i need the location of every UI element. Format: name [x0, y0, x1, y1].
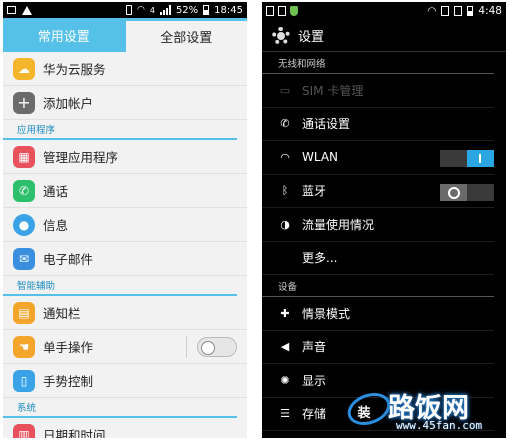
data-usage-icon: ◑: [280, 217, 290, 231]
clock: 18:45: [214, 4, 243, 16]
list-item-label: 添加帐户: [43, 96, 94, 111]
toggle-knob: [440, 183, 467, 201]
page-title: 设置: [298, 30, 325, 45]
right-phone-screen: ◠ 4:48 设置 无线和网络 ▭ SIM 卡管理 ✆ 通话设置 ◠ WLAN …: [262, 2, 506, 438]
section-header-device: 设备: [262, 275, 494, 297]
list-item-label: 通话设置: [302, 117, 351, 132]
list-item-label: 信息: [43, 218, 69, 233]
storage-icon: ☰: [280, 407, 290, 421]
one-hand-icon: ☚: [13, 335, 35, 358]
list-item-label: 手势控制: [43, 374, 94, 389]
wifi-icon: ◠: [136, 5, 145, 15]
gesture-icon: ▯: [13, 369, 35, 392]
list-item-wlan[interactable]: ◠ WLAN: [262, 141, 494, 175]
bluetooth-toggle[interactable]: [440, 183, 494, 201]
section-header-system: 系统: [3, 398, 237, 418]
list-item-display[interactable]: ✺ 显示: [262, 364, 494, 398]
list-item-one-hand[interactable]: ☚ 单手操作: [3, 330, 247, 364]
plus-icon: +: [13, 91, 35, 114]
vibrate-icon: [125, 5, 132, 15]
sim2-icon: [454, 6, 463, 16]
battery-icon: [203, 5, 210, 15]
sd-card-icon: [266, 6, 274, 16]
phone-icon: ✆: [13, 179, 35, 202]
security-icon: [290, 6, 298, 16]
cloud-icon: ☁: [13, 57, 35, 80]
sim-icon: ▭: [279, 83, 291, 97]
tab-all-settings[interactable]: 全部设置: [124, 18, 247, 52]
list-item-storage[interactable]: ☰ 存储: [262, 398, 494, 431]
list-item-label: 存储: [302, 407, 327, 422]
list-item-notification-bar[interactable]: ▤ 通知栏: [3, 296, 247, 330]
section-header-smart-assist: 智能辅助: [3, 276, 237, 296]
list-item-profiles[interactable]: ✚ 情景模式: [262, 297, 494, 331]
list-item-email[interactable]: ✉ 电子邮件: [3, 242, 247, 276]
profile-icon: ✚: [280, 306, 290, 320]
notification-icon: ▤: [13, 301, 35, 324]
list-item-label: 日期和时间: [43, 428, 106, 438]
list-item-label: 蓝牙: [302, 184, 327, 199]
apps-grid-icon: ▦: [13, 145, 35, 168]
list-item-label: 单手操作: [43, 340, 94, 355]
phone-icon: ✆: [280, 117, 290, 131]
bluetooth-icon: ᛒ: [281, 184, 289, 198]
list-item-sim-management[interactable]: ▭ SIM 卡管理: [262, 74, 494, 108]
one-hand-toggle[interactable]: [197, 337, 237, 357]
sim-notification-icon: [278, 6, 286, 16]
battery-percent: 52%: [175, 4, 199, 16]
list-item-call[interactable]: ✆ 通话: [3, 174, 247, 208]
list-item-label: 更多...: [302, 251, 338, 266]
mail-icon: ✉: [13, 247, 35, 270]
page-title-bar: 设置: [262, 20, 506, 52]
list-item-more[interactable]: 更多...: [262, 242, 494, 275]
list-item-label: WLAN: [302, 150, 339, 165]
list-item-add-account[interactable]: + 添加帐户: [3, 86, 247, 120]
left-phone-screen: ◠ 4 52% 18:45 常用设置 全部设置 ☁ 华为云服务 + 添加帐户 应…: [3, 2, 247, 438]
list-item-label: 流量使用情况: [302, 217, 375, 232]
toggle-knob: [467, 150, 494, 167]
calendar-icon: ▥: [13, 423, 35, 438]
status-bar: ◠ 4:48: [262, 2, 506, 20]
sim1-icon: [441, 6, 450, 16]
list-item-label: 管理应用程序: [43, 150, 119, 165]
list-item-gesture-control[interactable]: ▯ 手势控制: [3, 364, 247, 398]
status-bar: ◠ 4 52% 18:45: [3, 2, 247, 18]
section-header-apps: 应用程序: [3, 120, 237, 140]
image-notification-icon: [7, 6, 16, 14]
list-item-label: 电子邮件: [43, 252, 94, 267]
signal-icon: [159, 5, 171, 15]
list-item-date-time[interactable]: ▥ 日期和时间: [3, 418, 247, 438]
wifi-icon: ◠: [427, 5, 437, 17]
gear-icon: [272, 26, 290, 45]
list-item-call-settings[interactable]: ✆ 通话设置: [262, 108, 494, 141]
battery-icon: [467, 6, 474, 16]
settings-tabs: 常用设置 全部设置: [3, 18, 247, 52]
tab-common-settings[interactable]: 常用设置: [3, 18, 125, 52]
list-item-bluetooth[interactable]: ᛒ 蓝牙: [262, 175, 494, 208]
list-item-sound[interactable]: ◀ 声音: [262, 331, 494, 364]
list-item-label: 情景模式: [302, 306, 351, 321]
list-item-label: 通话: [43, 184, 69, 199]
warning-icon: [22, 5, 32, 15]
list-item-huawei-cloud[interactable]: ☁ 华为云服务: [3, 52, 247, 86]
list-item-messages[interactable]: ● 信息: [3, 208, 247, 242]
list-item-data-usage[interactable]: ◑ 流量使用情况: [262, 208, 494, 242]
list-item-label: 华为云服务: [43, 62, 106, 77]
signal-level: 4: [149, 5, 155, 15]
wifi-icon: ◠: [280, 150, 290, 164]
divider: [186, 336, 187, 358]
list-item-label: SIM 卡管理: [302, 83, 364, 98]
message-icon: ●: [13, 213, 35, 236]
section-header-wireless: 无线和网络: [262, 52, 494, 74]
display-icon: ✺: [280, 373, 290, 387]
clock: 4:48: [478, 5, 502, 17]
list-item-manage-apps[interactable]: ▦ 管理应用程序: [3, 140, 247, 174]
list-item-label: 显示: [302, 373, 327, 388]
list-item-label: 声音: [302, 340, 327, 355]
blank-icon: [278, 251, 292, 265]
list-item-label: 通知栏: [43, 306, 81, 321]
sound-icon: ◀: [280, 340, 290, 354]
wlan-toggle[interactable]: [440, 150, 494, 167]
